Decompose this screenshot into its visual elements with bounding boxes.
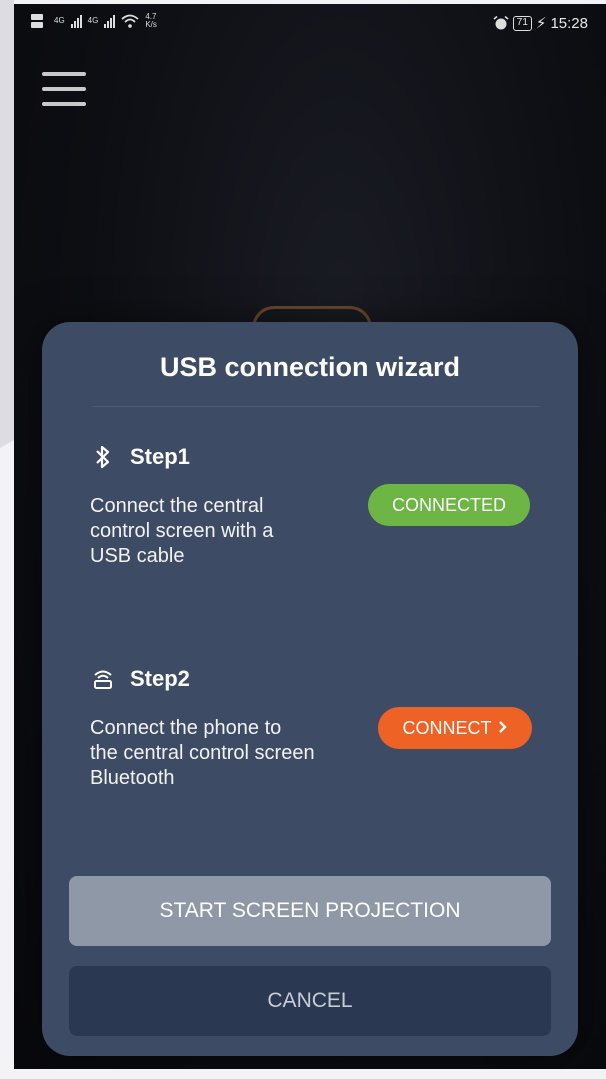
wifi-icon: [121, 14, 139, 28]
title-divider: [92, 406, 540, 407]
signal-bars-1-icon: [70, 14, 82, 28]
signal-label-1: 4G: [54, 16, 65, 25]
menu-icon[interactable]: [42, 72, 86, 106]
net-speed: 4.7 K/s: [145, 13, 157, 29]
step1-desc-line: Connect the central: [90, 495, 264, 517]
sim-icon: [31, 14, 43, 28]
chevron-right-icon: [498, 718, 508, 739]
step2-header: Step2: [90, 666, 190, 692]
step2-desc-line: Connect the phone to: [90, 717, 282, 739]
bluetooth-icon: [90, 444, 116, 470]
step1-title: Step1: [130, 444, 190, 469]
status-bar: 4G 4G 4.7 K/s 71 ⚡ 15:28: [14, 4, 606, 44]
start-screen-projection-button[interactable]: START SCREEN PROJECTION: [69, 876, 551, 946]
net-speed-unit: K/s: [145, 20, 157, 29]
step1-desc-line: USB cable: [90, 545, 185, 567]
connect-button-label: CONNECT: [402, 717, 492, 738]
signal-label-2: 4G: [87, 16, 99, 25]
step1-description: Connect the central control screen with …: [90, 494, 273, 569]
dialog-title: USB connection wizard: [159, 352, 461, 382]
status-left: 4G 4G 4.7 K/s: [30, 13, 157, 29]
alarm-icon: [493, 16, 509, 30]
router-icon: [90, 666, 116, 692]
step2-title: Step2: [130, 666, 190, 691]
usb-wizard-dialog: USB connection wizard Step1 Connect the …: [42, 322, 578, 1056]
connect-button[interactable]: CONNECT: [378, 707, 532, 749]
step2-desc-line: Bluetooth: [90, 767, 175, 789]
signal-bars-2-icon: [104, 14, 116, 28]
phone-screen: 4G 4G 4.7 K/s 71 ⚡ 15:28 USB connection …: [14, 4, 606, 1069]
step2-description: Connect the phone to the central control…: [90, 716, 315, 791]
clock-time: 15:28: [550, 14, 588, 32]
charging-icon: ⚡: [535, 15, 547, 32]
cancel-button[interactable]: CANCEL: [69, 966, 551, 1036]
step1-desc-line: control screen with a: [90, 520, 274, 542]
connected-status-badge: CONNECTED: [368, 484, 530, 526]
battery-icon: 71: [512, 15, 532, 31]
step1-header: Step1: [90, 444, 190, 470]
status-right: 71 ⚡ 15:28: [493, 14, 588, 32]
step2-desc-line: the central control screen: [90, 742, 315, 764]
